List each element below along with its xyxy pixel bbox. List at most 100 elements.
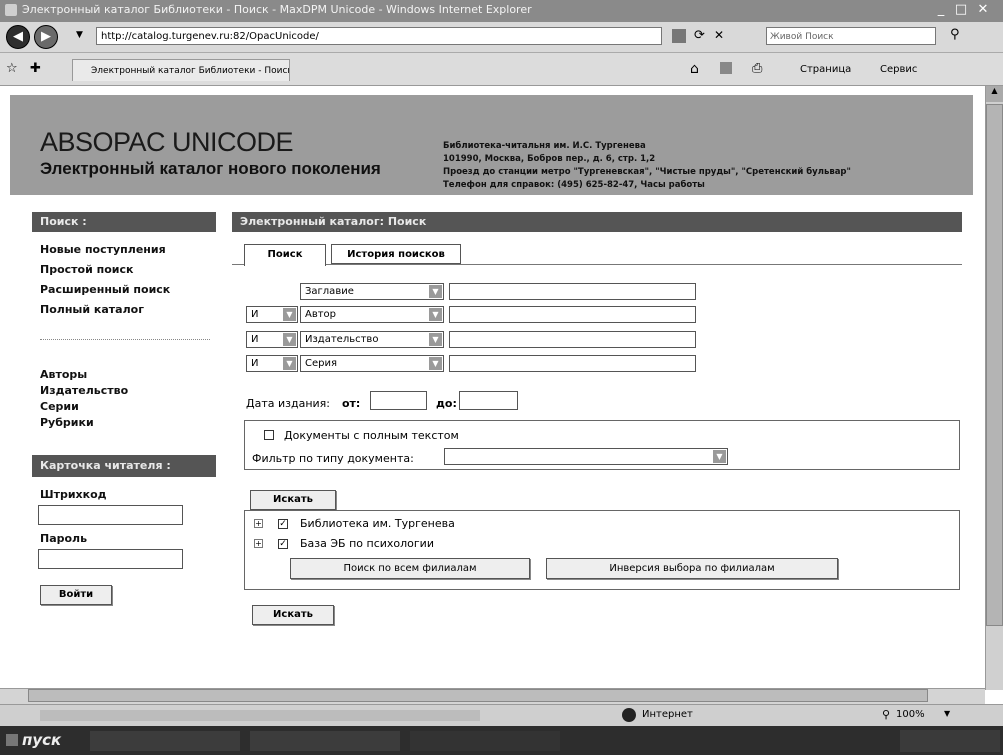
search-button-bottom[interactable]: Искать <box>252 605 334 625</box>
add-favorites-icon[interactable]: ✚ <box>30 61 41 76</box>
scroll-thumb-horizontal[interactable] <box>28 689 928 702</box>
maximize-button[interactable]: □ <box>952 2 970 18</box>
search-button-bottom-label: Искать <box>273 609 313 620</box>
dropdown-arrow-icon: ▼ <box>429 285 442 298</box>
operator-select-4[interactable]: И ▼ <box>246 355 298 372</box>
base-checkbox-2[interactable]: ✓ <box>278 539 288 549</box>
ie-logo-icon <box>5 4 17 16</box>
windows-logo-icon <box>6 734 18 746</box>
window-title: Электронный каталог Библиотеки - Поиск -… <box>22 3 532 16</box>
back-button[interactable]: ◀ <box>6 25 30 49</box>
refresh-icon[interactable]: ⟳ <box>694 28 705 43</box>
reader-card-header-label: Карточка читателя : <box>40 459 171 472</box>
tab-search-history[interactable]: История поисков <box>331 244 461 264</box>
operator-select-2[interactable]: И ▼ <box>246 306 298 323</box>
fulltext-label: Документы с полным текстом <box>284 429 459 442</box>
doctype-select[interactable]: ▼ <box>444 448 728 465</box>
search-button-top[interactable]: Искать <box>250 490 336 510</box>
term-input-3[interactable] <box>449 331 696 348</box>
base-checkbox-1[interactable]: ✓ <box>278 519 288 529</box>
barcode-field[interactable] <box>38 505 183 525</box>
term-input-4[interactable] <box>449 355 696 372</box>
sidebar-link-series[interactable]: Серии <box>40 400 79 413</box>
field-select-3[interactable]: Издательство ▼ <box>300 331 444 348</box>
sidebar-link-publishers[interactable]: Издательство <box>40 384 128 397</box>
tools-menu[interactable]: Сервис <box>880 64 917 75</box>
library-name: Библиотека-читальня им. И.С. Тургенева <box>443 141 646 151</box>
scroll-up-arrow[interactable]: ▲ <box>986 86 1003 102</box>
horizontal-scrollbar[interactable] <box>0 688 985 704</box>
globe-icon <box>622 708 636 722</box>
live-search-placeholder: Живой Поиск <box>770 32 834 42</box>
tab-search-label: Поиск <box>267 249 303 260</box>
tree-expand-icon[interactable]: + <box>254 519 263 528</box>
browser-tab[interactable]: Электронный каталог Библиотеки - Поиск -… <box>72 59 290 81</box>
login-button-label: Войти <box>58 589 94 600</box>
sidebar-link-authors[interactable]: Авторы <box>40 368 87 381</box>
library-phone: Телефон для справок: (495) 625-82-47, Ча… <box>443 180 705 190</box>
term-input-1[interactable] <box>449 283 696 300</box>
library-directions: Проезд до станции метро "Тургеневская", … <box>443 167 851 177</box>
login-button[interactable]: Войти <box>40 585 112 605</box>
print-icon[interactable]: ⎙ <box>752 61 762 76</box>
tab-search[interactable]: Поиск <box>244 244 326 266</box>
taskbar-item-1[interactable] <box>90 731 240 751</box>
field-select-2[interactable]: Автор ▼ <box>300 306 444 323</box>
close-button[interactable]: ✕ <box>974 2 992 18</box>
home-icon[interactable]: ⌂ <box>690 61 699 77</box>
date-from-input[interactable] <box>370 391 427 410</box>
password-field[interactable] <box>38 549 183 569</box>
address-toolbar: ◀ ▶ ▼ http://catalog.turgenev.ru:82/Opac… <box>0 22 1003 53</box>
date-label: Дата издания: <box>246 397 330 410</box>
operator-select-3-value: И <box>251 334 259 345</box>
favorites-star-icon[interactable]: ☆ <box>6 61 18 76</box>
compatibility-icon[interactable] <box>672 29 686 43</box>
search-all-branches-button[interactable]: Поиск по всем филиалам <box>290 558 530 579</box>
zoom-icon[interactable]: ⚲ <box>882 708 890 721</box>
search-all-branches-label: Поиск по всем филиалам <box>343 563 477 574</box>
url-text: http://catalog.turgenev.ru:82/OpacUnicod… <box>101 31 319 42</box>
chevron-down-icon[interactable]: ▼ <box>944 709 950 718</box>
stop-icon[interactable]: ✕ <box>714 28 724 42</box>
vertical-scrollbar[interactable]: ▲ <box>985 86 1003 690</box>
taskbar-item-2[interactable] <box>250 731 400 751</box>
sidebar-link-new-arrivals[interactable]: Новые поступления <box>40 243 166 256</box>
sidebar-link-simple-search[interactable]: Простой поиск <box>40 263 133 276</box>
url-field[interactable]: http://catalog.turgenev.ru:82/OpacUnicod… <box>96 27 662 45</box>
date-to-input[interactable] <box>459 391 518 410</box>
tree-expand-icon[interactable]: + <box>254 539 263 548</box>
start-button[interactable]: пуск <box>0 729 78 752</box>
taskbar-item-3[interactable] <box>410 731 560 751</box>
operator-select-2-value: И <box>251 309 259 320</box>
sidebar-link-subjects[interactable]: Рубрики <box>40 416 94 429</box>
library-address: 101990, Москва, Бобров пер., д. 6, стр. … <box>443 154 656 164</box>
search-icon[interactable]: ⚲ <box>950 27 960 42</box>
site-subtitle: Электронный каталог нового поколения <box>40 159 381 178</box>
sidebar-link-full-catalog[interactable]: Полный каталог <box>40 303 144 316</box>
browser-tab-title: Электронный каталог Библиотеки - Поиск -… <box>91 66 290 76</box>
main-panel-header: Электронный каталог: Поиск <box>232 212 962 232</box>
scroll-thumb[interactable] <box>986 104 1003 626</box>
operator-select-3[interactable]: И ▼ <box>246 331 298 348</box>
tab-strip-underline <box>232 264 962 265</box>
field-select-1[interactable]: Заглавие ▼ <box>300 283 444 300</box>
field-select-4[interactable]: Серия ▼ <box>300 355 444 372</box>
dropdown-arrow-icon: ▼ <box>283 308 296 321</box>
feeds-icon[interactable] <box>720 62 732 74</box>
system-tray <box>900 730 1000 752</box>
field-select-1-value: Заглавие <box>305 286 354 297</box>
zoom-level[interactable]: 100% <box>896 709 925 720</box>
term-input-2[interactable] <box>449 306 696 323</box>
forward-button[interactable]: ▶ <box>34 25 58 49</box>
invert-branches-button[interactable]: Инверсия выбора по филиалам <box>546 558 838 579</box>
minimize-button[interactable]: _ <box>932 2 950 18</box>
chevron-down-icon[interactable]: ▼ <box>76 30 83 40</box>
dropdown-arrow-icon: ▼ <box>283 333 296 346</box>
live-search-input[interactable]: Живой Поиск <box>766 27 936 45</box>
doctype-label: Фильтр по типу документа: <box>252 452 414 465</box>
dropdown-arrow-icon: ▼ <box>429 357 442 370</box>
page-menu[interactable]: Страница <box>800 64 851 75</box>
fulltext-checkbox[interactable] <box>264 430 274 440</box>
sidebar-link-advanced-search[interactable]: Расширенный поиск <box>40 283 170 296</box>
zone-label: Интернет <box>642 709 693 720</box>
